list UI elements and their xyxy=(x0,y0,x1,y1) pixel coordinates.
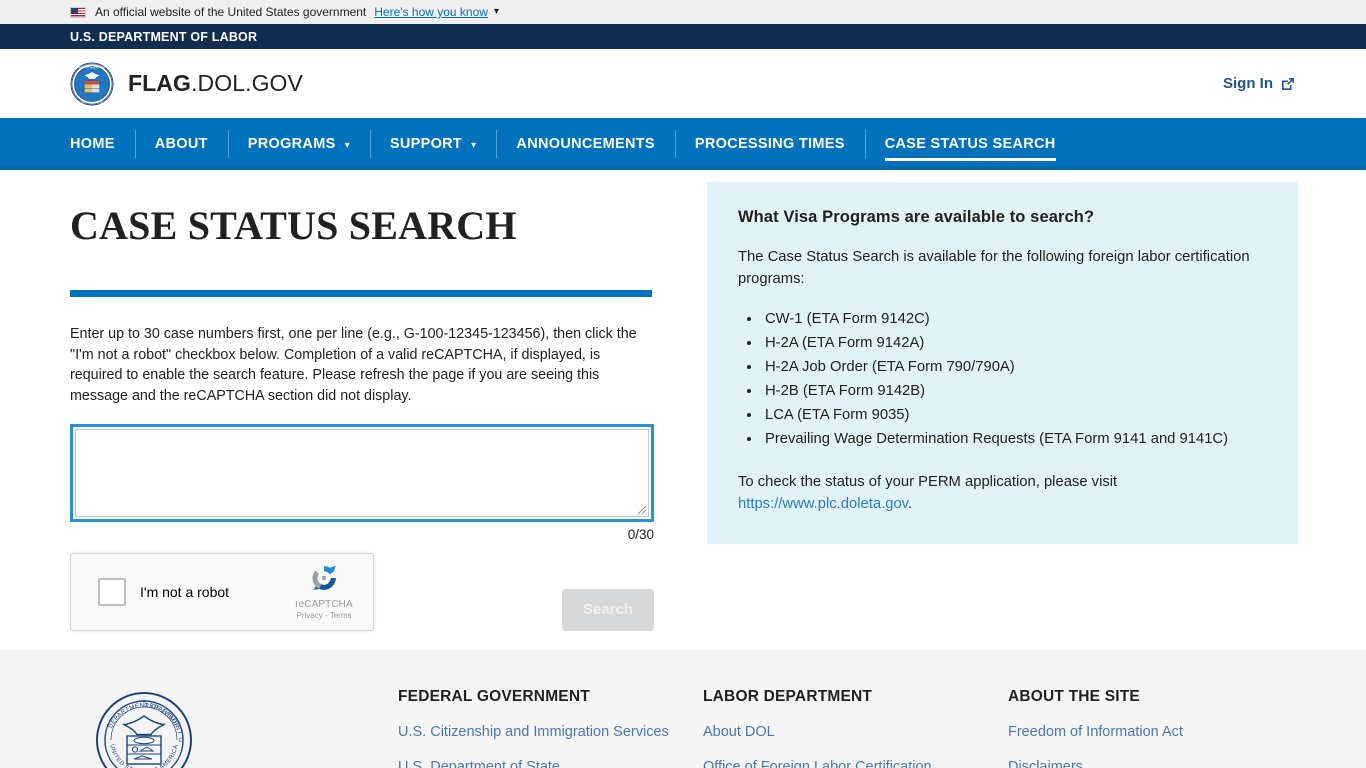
search-column: CASE STATUS SEARCH Enter up to 30 case n… xyxy=(70,174,654,631)
footer-column-labor-department: LABOR DEPARTMENT About DOL Office of For… xyxy=(703,680,1008,768)
sign-in-label: Sign In xyxy=(1223,75,1273,92)
footer-heading: LABOR DEPARTMENT xyxy=(703,688,873,705)
footer-link-list: U.S. Citizenship and Immigration Service… xyxy=(398,723,703,768)
info-panel-intro: The Case Status Search is available for … xyxy=(738,249,1250,288)
heres-how-you-know-link[interactable]: Here's how you know xyxy=(374,5,488,19)
chevron-down-icon: ▾ xyxy=(471,139,477,151)
footer-heading: FEDERAL GOVERNMENT xyxy=(398,688,590,705)
nav-item-label: ANNOUNCEMENTS xyxy=(516,136,655,152)
recaptcha-brand-label: reCAPTCHA xyxy=(295,599,353,611)
recaptcha-widget[interactable]: I'm not a robot reCAPTCHA Privacy - Term… xyxy=(70,552,374,631)
list-item: U.S. Citizenship and Immigration Service… xyxy=(398,723,703,741)
character-counter: 0/30 xyxy=(627,526,654,542)
active-nav-underline xyxy=(884,158,1056,161)
site-header: DEPARTMENT OF UNITED STATES FLAG.DOL.GOV… xyxy=(0,49,1366,118)
case-numbers-field-wrapper xyxy=(70,423,654,522)
footer-column-about-the-site: ABOUT THE SITE Freedom of Information Ac… xyxy=(1008,680,1248,768)
nav-item-label: ABOUT xyxy=(154,136,208,152)
recaptcha-checkbox-label: I'm not a robot xyxy=(140,583,230,600)
usa-official-banner: An official website of the United States… xyxy=(0,0,1366,24)
recaptcha-branding: reCAPTCHA Privacy - Terms xyxy=(287,561,361,622)
dol-seal-icon: DEPARTMENT OF UNITED STATES xyxy=(70,62,114,105)
list-item: About DOL xyxy=(703,723,1008,741)
nav-item-processing-times[interactable]: PROCESSING TIMES xyxy=(674,118,865,170)
recaptcha-terms-link[interactable]: Terms xyxy=(330,611,352,620)
nav-item-home[interactable]: HOME xyxy=(70,118,135,170)
recaptcha-logo-icon xyxy=(312,566,336,591)
brand-name-bold: FLAG xyxy=(128,70,191,96)
brand-logo[interactable]: DEPARTMENT OF UNITED STATES FLAG.DOL.GOV xyxy=(70,62,303,106)
svg-text:DEPARTMENT OF: DEPARTMENT OF xyxy=(79,65,105,69)
nav-item-label: PROCESSING TIMES xyxy=(694,136,845,152)
footer-seal-container: DEPARTMENT OF LABOR DEPARTMENT OF LABOR … xyxy=(70,680,398,768)
chevron-down-icon[interactable]: ▾ xyxy=(494,6,499,17)
nav-item-label: HOME xyxy=(70,136,115,152)
us-flag-icon xyxy=(70,6,86,18)
svg-text:UNITED STATES: UNITED STATES xyxy=(80,100,104,104)
site-footer: DEPARTMENT OF LABOR DEPARTMENT OF LABOR … xyxy=(0,650,1366,768)
page-title: CASE STATUS SEARCH xyxy=(70,203,517,248)
perm-paragraph: To check the status of your PERM applica… xyxy=(738,471,1268,516)
dol-agency-label: U.S. DEPARTMENT OF LABOR xyxy=(70,29,258,44)
nav-item-label: CASE STATUS SEARCH xyxy=(884,136,1056,152)
title-divider xyxy=(70,290,652,297)
page-root: An official website of the United States… xyxy=(0,0,1366,768)
instructions-text: Enter up to 30 case numbers first, one p… xyxy=(70,326,637,405)
footer-link[interactable]: Disclaimers xyxy=(1008,759,1083,768)
dol-seal-outline-icon: DEPARTMENT OF LABOR DEPARTMENT OF LABOR … xyxy=(94,690,192,768)
footer-link-list: Freedom of Information Act Disclaimers xyxy=(1008,723,1248,768)
primary-navigation: HOME ABOUT PROGRAMS ▾ SUPPORT ▾ ANNOUNCE… xyxy=(0,118,1366,170)
list-item: Office of Foreign Labor Certification xyxy=(703,758,1008,768)
list-item: Freedom of Information Act xyxy=(1008,723,1248,741)
sign-in-button[interactable]: Sign In xyxy=(1223,75,1296,92)
info-column: What Visa Programs are available to sear… xyxy=(707,174,1298,631)
banner-text: An official website of the United States… xyxy=(95,5,367,19)
footer-link-list: About DOL Office of Foreign Labor Certif… xyxy=(703,723,1008,768)
list-item: LCA (ETA Form 9035) xyxy=(762,404,1268,428)
plc-doleta-link[interactable]: https://www.plc.doleta.gov xyxy=(738,496,908,512)
footer-link[interactable]: About DOL xyxy=(703,724,775,740)
list-item: Prevailing Wage Determination Requests (… xyxy=(762,428,1268,452)
nav-item-label: PROGRAMS xyxy=(247,136,336,152)
visa-programs-list: CW-1 (ETA Form 9142C) H-2A (ETA Form 914… xyxy=(738,308,1268,452)
perm-period: . xyxy=(907,496,913,513)
dol-agency-bar: U.S. DEPARTMENT OF LABOR xyxy=(0,24,1366,49)
search-button[interactable]: Search xyxy=(562,588,654,631)
list-item: CW-1 (ETA Form 9142C) xyxy=(762,308,1268,332)
footer-heading: ABOUT THE SITE xyxy=(1008,688,1140,705)
footer-column-federal-government: FEDERAL GOVERNMENT U.S. Citizenship and … xyxy=(398,680,703,768)
nav-item-label: SUPPORT xyxy=(389,136,463,152)
info-panel-title: What Visa Programs are available to sear… xyxy=(738,208,1095,226)
list-item: H-2B (ETA Form 9142B) xyxy=(762,380,1268,404)
brand-name-rest: .DOL.GOV xyxy=(191,70,303,96)
recaptcha-privacy-link[interactable]: Privacy xyxy=(297,611,323,620)
recaptcha-legal-links: Privacy - Terms xyxy=(297,611,352,620)
nav-item-case-status-search[interactable]: CASE STATUS SEARCH xyxy=(864,118,1076,170)
nav-item-announcements[interactable]: ANNOUNCEMENTS xyxy=(496,118,674,170)
footer-link[interactable]: U.S. Department of State xyxy=(398,759,560,768)
brand-name: FLAG.DOL.GOV xyxy=(128,70,303,97)
checkbox-unchecked-icon[interactable] xyxy=(98,577,126,606)
visa-programs-info-panel: What Visa Programs are available to sear… xyxy=(707,182,1298,544)
recaptcha-legal-separator: - xyxy=(322,611,330,621)
chevron-down-icon: ▾ xyxy=(344,139,350,151)
list-item: H-2A (ETA Form 9142A) xyxy=(762,332,1268,356)
nav-item-about[interactable]: ABOUT xyxy=(134,118,228,170)
external-link-icon xyxy=(1282,77,1294,90)
captcha-and-search-row: I'm not a robot reCAPTCHA Privacy - Term… xyxy=(70,552,654,631)
case-numbers-input[interactable] xyxy=(75,428,649,517)
nav-item-support[interactable]: SUPPORT ▾ xyxy=(369,118,497,170)
footer-link[interactable]: Office of Foreign Labor Certification xyxy=(703,759,932,768)
perm-text: To check the status of your PERM applica… xyxy=(738,473,1118,490)
list-item: H-2A Job Order (ETA Form 790/790A) xyxy=(762,356,1268,380)
footer-link[interactable]: Freedom of Information Act xyxy=(1008,724,1183,740)
list-item: Disclaimers xyxy=(1008,758,1248,768)
nav-item-programs[interactable]: PROGRAMS ▾ xyxy=(227,118,370,170)
main-content: CASE STATUS SEARCH Enter up to 30 case n… xyxy=(0,170,1366,631)
footer-link[interactable]: U.S. Citizenship and Immigration Service… xyxy=(398,724,669,740)
list-item: U.S. Department of State xyxy=(398,758,703,768)
